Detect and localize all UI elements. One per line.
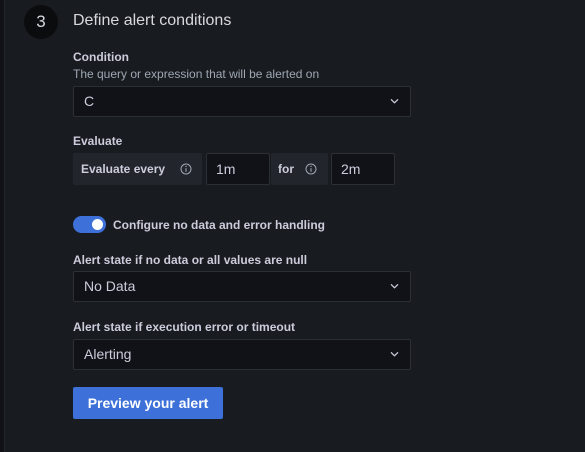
info-circle-icon[interactable] bbox=[305, 163, 317, 175]
error-state-label: Alert state if execution error or timeou… bbox=[73, 320, 296, 334]
evaluate-every-text: Evaluate every bbox=[81, 162, 166, 176]
no-data-handling-toggle[interactable] bbox=[73, 216, 106, 233]
no-data-state-value: No Data bbox=[84, 278, 136, 294]
for-label: for bbox=[271, 153, 328, 185]
toggle-knob bbox=[92, 219, 103, 230]
chevron-down-icon bbox=[390, 99, 399, 104]
alert-conditions-section: 3 Define alert conditions Condition The … bbox=[4, 0, 585, 452]
for-text: for bbox=[278, 162, 294, 176]
chevron-down-icon bbox=[390, 284, 399, 289]
preview-alert-button[interactable]: Preview your alert bbox=[73, 387, 223, 419]
evaluate-every-input[interactable]: 1m bbox=[206, 153, 270, 185]
condition-description: The query or expression that will be ale… bbox=[73, 67, 320, 81]
evaluate-label: Evaluate bbox=[73, 134, 123, 148]
condition-label: Condition bbox=[73, 50, 129, 64]
no-data-state-select[interactable]: No Data bbox=[73, 271, 411, 302]
section-title: Define alert conditions bbox=[73, 12, 232, 29]
no-data-handling-label: Configure no data and error handling bbox=[113, 218, 326, 232]
condition-select-value: C bbox=[84, 93, 95, 109]
for-duration-input[interactable]: 2m bbox=[331, 153, 395, 185]
evaluate-every-label: Evaluate every bbox=[73, 153, 202, 185]
no-data-state-label: Alert state if no data or all values are… bbox=[73, 253, 308, 267]
error-state-select[interactable]: Alerting bbox=[73, 339, 411, 370]
condition-select[interactable]: C bbox=[73, 86, 411, 117]
chevron-down-icon bbox=[390, 352, 399, 357]
error-state-value: Alerting bbox=[84, 346, 132, 362]
step-number-badge: 3 bbox=[24, 5, 58, 39]
info-circle-icon[interactable] bbox=[180, 163, 192, 175]
